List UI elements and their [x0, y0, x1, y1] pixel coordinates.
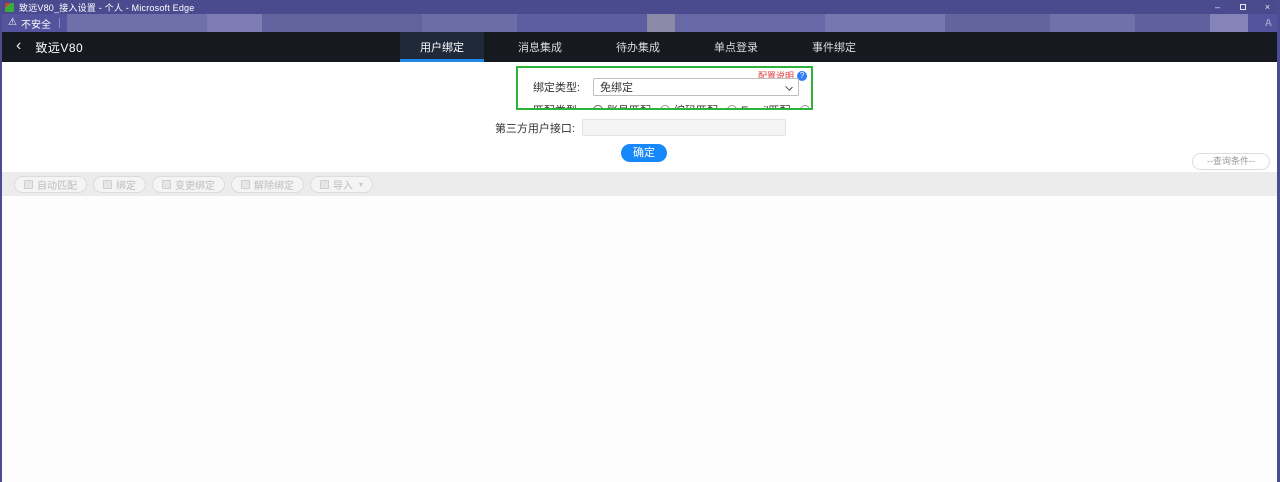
trash-icon: [241, 180, 250, 189]
browser-addressbar[interactable]: ⚠ 不安全 A: [0, 14, 1280, 32]
third-party-row: 第三方用户接口:: [0, 119, 786, 136]
binding-type-label: 绑定类型:: [518, 79, 580, 95]
binding-type-row: 绑定类型: 免绑定: [518, 78, 811, 96]
third-party-input[interactable]: [582, 119, 786, 136]
bind-icon: [103, 180, 112, 189]
radio-icon: [660, 105, 670, 110]
third-party-label: 第三方用户接口:: [0, 120, 575, 136]
redacted-block: [1210, 14, 1248, 32]
change-binding-icon: [162, 180, 171, 189]
radio-code-match[interactable]: 编码匹配: [660, 102, 718, 110]
radio-icon: [727, 105, 737, 110]
tab-user-binding[interactable]: 用户绑定: [400, 32, 484, 62]
toolbar: 自动匹配 绑定 变更绑定 解除绑定 导入 ▾: [0, 172, 1280, 196]
app-header: ‹ 致远V80 用户绑定 消息集成 待办集成 单点登录 事件绑定: [0, 32, 1280, 62]
tab-event-binding[interactable]: 事件绑定: [792, 32, 876, 62]
binding-type-value: 免绑定: [600, 79, 633, 95]
query-conditions-button[interactable]: --查询条件--: [1192, 153, 1270, 170]
redacted-url: [67, 14, 1259, 32]
redacted-block: [67, 14, 207, 32]
match-type-row: 匹配类型: 账号匹配 编码匹配 Email匹配: [518, 102, 811, 110]
security-label[interactable]: 不安全: [21, 16, 51, 31]
empty-list-area: [0, 196, 1280, 482]
redacted-block: [422, 14, 517, 32]
import-button[interactable]: 导入 ▾: [310, 176, 373, 193]
edge-text-tools-icon[interactable]: A: [1265, 18, 1272, 29]
window-title: 致远V80_接入设置 - 个人 - Microsoft Edge: [19, 1, 194, 14]
edge-window: 致远V80_接入设置 - 个人 - Microsoft Edge – × ⚠ 不…: [0, 0, 1280, 482]
minimize-button[interactable]: –: [1205, 0, 1230, 14]
radio-icon: [593, 105, 603, 110]
confirm-button[interactable]: 确定: [621, 144, 667, 162]
redacted-block: [647, 14, 675, 32]
app-title: 致远V80: [35, 39, 83, 56]
redacted-block: [675, 14, 825, 32]
window-frame-left: [0, 0, 2, 482]
auto-match-button[interactable]: 自动匹配: [14, 176, 87, 193]
radio-account-match[interactable]: 账号匹配: [593, 102, 651, 110]
redacted-block: [1135, 14, 1210, 32]
warning-icon: ⚠: [8, 18, 17, 28]
maximize-button[interactable]: [1230, 0, 1255, 14]
tab-bar: 用户绑定 消息集成 待办集成 单点登录 事件绑定: [400, 32, 890, 62]
bind-button[interactable]: 绑定: [93, 176, 146, 193]
caret-down-icon: ▾: [359, 180, 363, 189]
redacted-block: [945, 14, 1050, 32]
main-content: 配置说明 ? 绑定类型: 免绑定 匹配类型: 账号匹配: [0, 62, 1280, 172]
change-binding-button[interactable]: 变更绑定: [152, 176, 225, 193]
browser-titlebar: 致远V80_接入设置 - 个人 - Microsoft Edge – ×: [0, 0, 1280, 14]
radio-icon: [800, 105, 810, 110]
match-type-label: 匹配类型:: [518, 102, 580, 110]
redacted-block: [825, 14, 945, 32]
redacted-block: [262, 14, 422, 32]
radio-mobile-match[interactable]: 手机号匹配: [800, 102, 813, 110]
maximize-icon: [1240, 4, 1246, 10]
close-icon: ×: [1265, 2, 1270, 12]
address-separator: [59, 18, 60, 28]
auto-match-icon: [24, 180, 33, 189]
minimize-icon: –: [1215, 2, 1220, 12]
match-type-radio-group: 账号匹配 编码匹配 Email匹配 手机号匹配: [593, 102, 813, 110]
chevron-down-icon: [785, 83, 793, 91]
redacted-block: [517, 14, 647, 32]
redacted-block: [1050, 14, 1135, 32]
seeyon-favicon-icon: [5, 3, 14, 12]
back-icon[interactable]: ‹: [16, 38, 21, 54]
binding-type-select[interactable]: 免绑定: [593, 78, 799, 96]
tab-message-integration[interactable]: 消息集成: [498, 32, 582, 62]
tab-single-sign-on[interactable]: 单点登录: [694, 32, 778, 62]
binding-config-box: 配置说明 ? 绑定类型: 免绑定 匹配类型: 账号匹配: [516, 66, 813, 110]
redacted-block: [207, 14, 262, 32]
radio-email-match[interactable]: Email匹配: [727, 102, 791, 110]
import-icon: [320, 180, 329, 189]
tab-todo-integration[interactable]: 待办集成: [596, 32, 680, 62]
unbind-button[interactable]: 解除绑定: [231, 176, 304, 193]
